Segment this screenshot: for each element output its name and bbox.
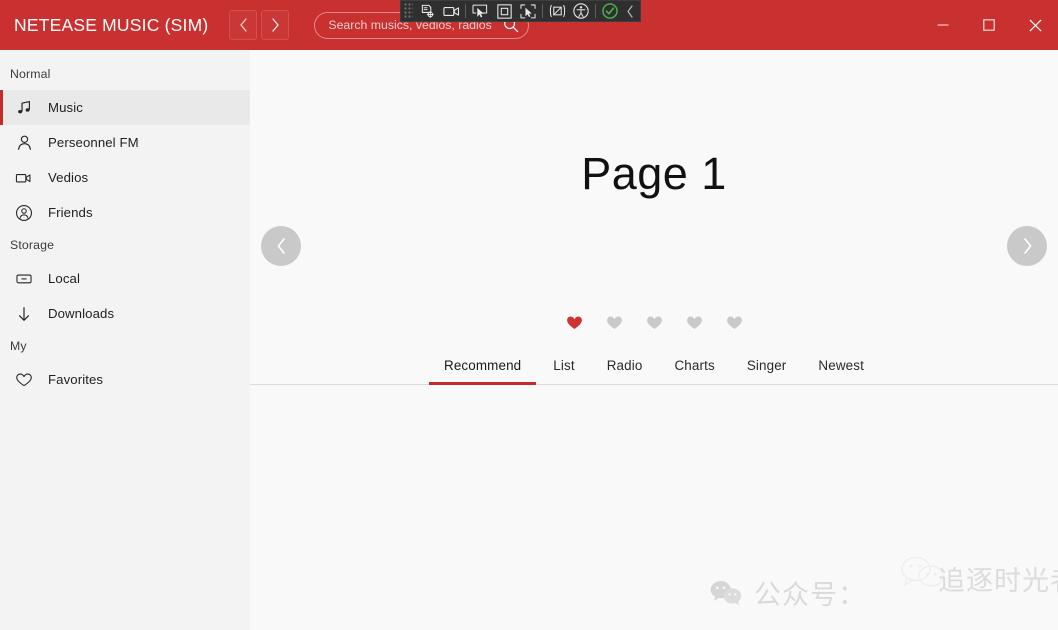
- sidebar-item-music[interactable]: Music: [0, 90, 250, 125]
- tab-recommend[interactable]: Recommend: [428, 358, 537, 384]
- sidebar-item-friends[interactable]: Friends: [0, 195, 250, 230]
- heart-outline-icon: [13, 369, 35, 391]
- tab-bar: Recommend List Radio Charts Singer Newes…: [250, 340, 1058, 385]
- arrow-down-icon: [13, 303, 35, 325]
- chevron-left-icon: [626, 5, 634, 18]
- watermark: 公众号： 追逐时光者: [710, 573, 866, 612]
- chevron-left-icon: [275, 237, 288, 255]
- tab-charts[interactable]: Charts: [658, 358, 730, 384]
- heart-icon: [566, 315, 583, 331]
- app-title: NETEASE MUSIC (SIM): [14, 15, 208, 36]
- confirm-button[interactable]: [598, 1, 622, 21]
- square-select-button[interactable]: [492, 1, 516, 21]
- wechat-icon: [710, 579, 743, 607]
- heart-icon: [606, 315, 623, 331]
- carousel-dot-4[interactable]: [686, 315, 703, 331]
- video-camera-icon: [443, 5, 460, 18]
- window-body: Normal Music Per: [0, 50, 1058, 630]
- collapse-toolbar-button[interactable]: [622, 1, 638, 21]
- close-button[interactable]: [1012, 0, 1058, 50]
- sidebar-section-label-normal: Normal: [0, 59, 250, 90]
- app-window: NETEASE MUSIC (SIM): [0, 0, 1058, 630]
- close-icon: [1029, 19, 1042, 32]
- document-settings-icon: [420, 4, 435, 19]
- watermark-text: 公众号：: [754, 573, 866, 612]
- check-circle-icon: [602, 3, 618, 19]
- sidebar-item-label: Perseonnel FM: [48, 135, 139, 150]
- back-button[interactable]: [229, 10, 257, 40]
- watermark-ghost-icon: [900, 556, 946, 588]
- carousel-next-button[interactable]: [1007, 226, 1047, 266]
- heart-icon: [686, 315, 703, 331]
- region-select-button[interactable]: [516, 1, 540, 21]
- sidebar-item-local[interactable]: Local: [0, 261, 250, 296]
- minimize-button[interactable]: [920, 0, 966, 50]
- sidebar: Normal Music Per: [0, 50, 250, 630]
- page-title: Page 1: [581, 148, 727, 200]
- chevron-right-icon: [271, 18, 280, 32]
- tab-singer[interactable]: Singer: [731, 358, 803, 384]
- person-circle-icon: [13, 202, 35, 224]
- maximize-button[interactable]: [966, 0, 1012, 50]
- sidebar-item-perseonnel-fm[interactable]: Perseonnel FM: [0, 125, 250, 160]
- carousel-banner: Page 1: [250, 50, 1058, 340]
- carousel-prev-button[interactable]: [261, 226, 301, 266]
- sidebar-item-label: Vedios: [48, 170, 88, 185]
- sidebar-section-label-storage: Storage: [0, 230, 250, 261]
- capture-toolbar: [400, 0, 641, 22]
- toolbar-separator: [595, 4, 596, 18]
- record-video-button[interactable]: [439, 1, 463, 21]
- watermark-text-2: 追逐时光者: [938, 559, 1058, 598]
- carousel-dot-2[interactable]: [606, 315, 623, 331]
- tab-panel-recommend: 公众号： 追逐时光者: [250, 385, 1058, 630]
- square-select-icon: [497, 4, 512, 19]
- heart-icon: [646, 315, 663, 331]
- sidebar-item-label: Favorites: [48, 372, 103, 387]
- accessibility-button[interactable]: [569, 1, 593, 21]
- carousel-dot-1[interactable]: [566, 315, 583, 331]
- sidebar-item-downloads[interactable]: Downloads: [0, 296, 250, 331]
- chevron-right-icon: [1021, 237, 1034, 255]
- accessibility-icon: [573, 3, 589, 19]
- minimize-icon: [937, 19, 949, 31]
- heart-icon: [726, 315, 743, 331]
- document-settings-button[interactable]: [415, 1, 439, 21]
- drag-grip-icon[interactable]: [404, 3, 413, 19]
- music-note-icon: [13, 97, 35, 119]
- toolbar-separator: [465, 4, 466, 18]
- sidebar-item-label: Friends: [48, 205, 93, 220]
- cursor-select-icon: [472, 4, 488, 18]
- overlap-button[interactable]: [545, 1, 569, 21]
- main-content: Page 1: [250, 50, 1058, 630]
- carousel-dot-3[interactable]: [646, 315, 663, 331]
- person-icon: [13, 132, 35, 154]
- region-select-icon: [520, 4, 536, 19]
- sidebar-section-label-my: My: [0, 331, 250, 362]
- forward-button[interactable]: [261, 10, 289, 40]
- maximize-icon: [983, 19, 995, 31]
- sidebar-item-label: Music: [48, 100, 83, 115]
- toolbar-separator: [542, 4, 543, 18]
- chevron-left-icon: [239, 18, 248, 32]
- tab-radio[interactable]: Radio: [591, 358, 659, 384]
- carousel-dot-5[interactable]: [726, 315, 743, 331]
- window-controls: [920, 0, 1058, 50]
- tab-newest[interactable]: Newest: [802, 358, 880, 384]
- overlap-icon: [549, 4, 566, 18]
- sidebar-item-vedios[interactable]: Vedios: [0, 160, 250, 195]
- tab-list[interactable]: List: [537, 358, 590, 384]
- sidebar-item-label: Downloads: [48, 306, 114, 321]
- carousel-indicators: [250, 315, 1058, 331]
- sidebar-item-favorites[interactable]: Favorites: [0, 362, 250, 397]
- sidebar-item-label: Local: [48, 271, 80, 286]
- nav-buttons: [229, 10, 289, 40]
- hard-drive-icon: [13, 268, 35, 290]
- cursor-select-button[interactable]: [468, 1, 492, 21]
- video-camera-icon: [13, 167, 35, 189]
